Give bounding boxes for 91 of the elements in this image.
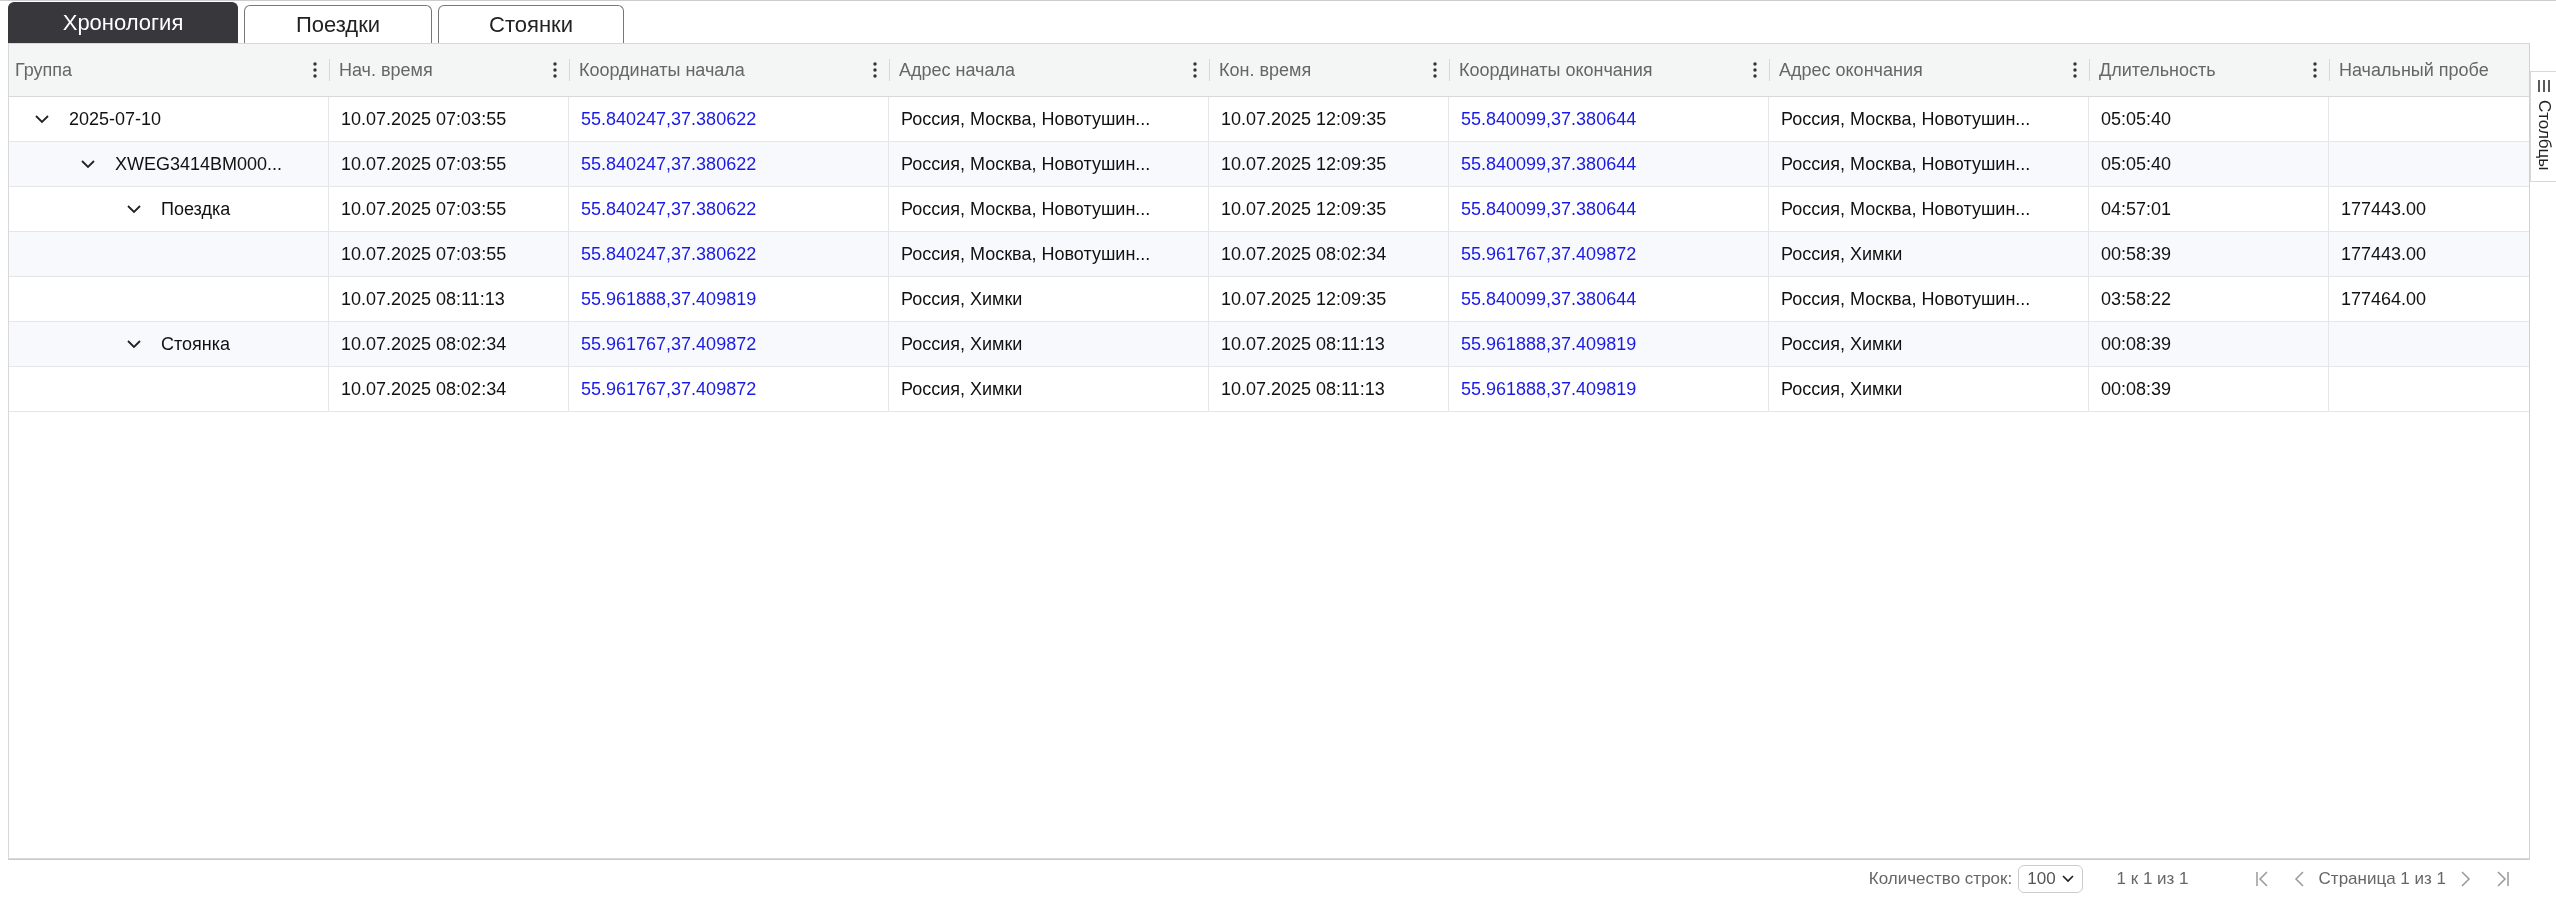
table-cell: 10.07.2025 08:11:13 — [1221, 378, 1385, 400]
table-cell: Россия, Москва, Новотушин... — [901, 198, 1151, 220]
chevron-down-icon — [127, 339, 141, 349]
column-menu-icon[interactable] — [2073, 62, 2077, 78]
column-menu-icon[interactable] — [1433, 62, 1437, 78]
table-cell: 177443.00 — [2341, 198, 2427, 220]
table-cell: 04:57:01 — [2101, 198, 2172, 220]
chevron-down-icon — [81, 159, 95, 169]
table-cell: 177464.00 — [2341, 288, 2427, 310]
table-cell: 10.07.2025 08:02:34 — [341, 333, 507, 355]
tab[interactable]: Хронология — [8, 2, 238, 43]
columns-icon — [2537, 80, 2550, 92]
page-indicator: Страница 1 из 1 — [2318, 869, 2446, 889]
table-cell: 10.07.2025 08:02:34 — [341, 378, 507, 400]
table-cell: 10.07.2025 07:03:55 — [341, 153, 507, 175]
coordinates-link[interactable]: 55.961888,37.409819 — [1461, 378, 1637, 400]
column-menu-icon[interactable] — [553, 62, 557, 78]
row-range: 1 к 1 из 1 — [2116, 869, 2189, 889]
table-cell: 10.07.2025 07:03:55 — [341, 198, 507, 220]
column-header: Кон. время — [1219, 59, 1312, 81]
table-cell: Россия, Москва, Новотушин... — [1781, 288, 2031, 310]
column-header: Нач. время — [339, 59, 433, 81]
table-cell: 10.07.2025 08:02:34 — [1221, 243, 1387, 265]
rows-per-page-label: Количество строк: — [1868, 869, 2013, 889]
table-cell: 10.07.2025 12:09:35 — [1221, 288, 1387, 310]
group-label: Поездка — [161, 198, 231, 220]
group-label: XWEG3414BM000... — [115, 153, 283, 175]
chevron-down-icon — [127, 204, 141, 214]
first-page-icon[interactable] — [2254, 871, 2269, 887]
coordinates-link[interactable]: 55.840247,37.380622 — [581, 153, 757, 175]
table-cell: 00:08:39 — [2101, 378, 2172, 400]
column-header: Группа — [15, 59, 73, 81]
table-cell: Россия, Химки — [901, 378, 1023, 400]
coordinates-link[interactable]: 55.961888,37.409819 — [1461, 333, 1637, 355]
coordinates-link[interactable]: 55.840099,37.380644 — [1461, 108, 1637, 130]
column-header: Длительность — [2099, 59, 2216, 81]
coordinates-link[interactable]: 55.961767,37.409872 — [1461, 243, 1637, 265]
coordinates-link[interactable]: 55.840247,37.380622 — [581, 243, 757, 265]
table-cell: Россия, Химки — [1781, 378, 1903, 400]
coordinates-link[interactable]: 55.840099,37.380644 — [1461, 198, 1637, 220]
page-size-select[interactable]: 100 — [2018, 865, 2083, 893]
columns-panel-tab[interactable]: Столбцы — [2530, 71, 2556, 182]
column-header: Координаты начала — [579, 59, 745, 81]
table-cell: Россия, Москва, Новотушин... — [901, 243, 1151, 265]
chevron-down-icon — [35, 114, 49, 124]
table-cell: 177443.00 — [2341, 243, 2427, 265]
table-cell: Россия, Москва, Новотушин... — [1781, 198, 2031, 220]
table-cell: 03:58:22 — [2101, 288, 2172, 310]
table-cell: 10.07.2025 08:11:13 — [1221, 333, 1385, 355]
table-cell: Россия, Химки — [1781, 243, 1903, 265]
chevron-down-icon — [2061, 875, 2074, 883]
tab[interactable]: Стоянки — [438, 5, 624, 43]
table-cell: Россия, Москва, Новотушин... — [901, 108, 1151, 130]
table-cell: Россия, Москва, Новотушин... — [901, 153, 1151, 175]
table-cell: Россия, Москва, Новотушин... — [1781, 108, 2031, 130]
table-cell: 05:05:40 — [2101, 153, 2172, 175]
coordinates-link[interactable]: 55.840247,37.380622 — [581, 108, 757, 130]
coordinates-link[interactable]: 55.840099,37.380644 — [1461, 153, 1637, 175]
column-menu-icon[interactable] — [2313, 62, 2317, 78]
table-cell: 10.07.2025 08:11:13 — [341, 288, 505, 310]
table-cell: Россия, Химки — [901, 288, 1023, 310]
group-label: 2025-07-10 — [69, 108, 162, 130]
tab[interactable]: Поездки — [244, 5, 432, 43]
coordinates-link[interactable]: 55.840099,37.380644 — [1461, 288, 1637, 310]
table-cell: 10.07.2025 12:09:35 — [1221, 108, 1387, 130]
coordinates-link[interactable]: 55.961888,37.409819 — [581, 288, 757, 310]
coordinates-link[interactable]: 55.961767,37.409872 — [581, 378, 757, 400]
next-page-icon[interactable] — [2458, 871, 2472, 887]
table-cell: 10.07.2025 07:03:55 — [341, 243, 507, 265]
previous-page-icon[interactable] — [2292, 871, 2307, 887]
table-cell: 10.07.2025 07:03:55 — [341, 108, 507, 130]
table-cell: 10.07.2025 12:09:35 — [1221, 153, 1387, 175]
coordinates-link[interactable]: 55.961767,37.409872 — [581, 333, 757, 355]
table-cell: Россия, Химки — [901, 333, 1023, 355]
table-cell: Россия, Москва, Новотушин... — [1781, 153, 2031, 175]
group-label: Стоянка — [161, 333, 231, 355]
table-cell: Россия, Химки — [1781, 333, 1903, 355]
column-header: Координаты окончания — [1459, 59, 1653, 81]
column-header: Начальный пробе — [2339, 59, 2489, 81]
column-header: Адрес окончания — [1779, 59, 1923, 81]
column-menu-icon[interactable] — [313, 62, 317, 78]
table-cell: 00:08:39 — [2101, 333, 2172, 355]
last-page-icon[interactable] — [2496, 871, 2510, 887]
coordinates-link[interactable]: 55.840247,37.380622 — [581, 198, 757, 220]
column-menu-icon[interactable] — [873, 62, 877, 78]
column-header: Адрес начала — [899, 59, 1015, 81]
column-menu-icon[interactable] — [1193, 62, 1197, 78]
table-cell: 10.07.2025 12:09:35 — [1221, 198, 1387, 220]
column-menu-icon[interactable] — [1753, 62, 1757, 78]
table-cell: 05:05:40 — [2101, 108, 2172, 130]
table-cell: 00:58:39 — [2101, 243, 2172, 265]
